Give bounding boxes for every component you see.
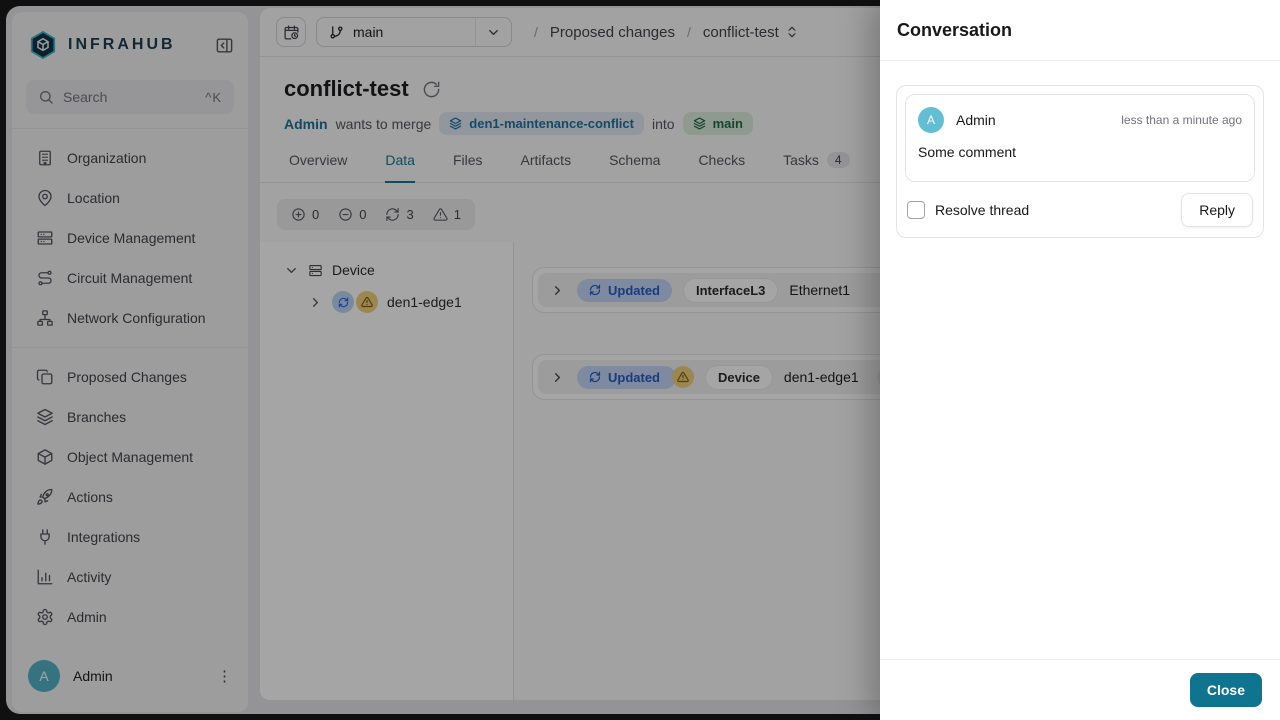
drawer-footer: Close (880, 659, 1280, 720)
close-button[interactable]: Close (1189, 673, 1262, 707)
drawer-header: Conversation (880, 0, 1280, 61)
drawer-title: Conversation (897, 19, 1013, 40)
comment-card: A Admin less than a minute ago Some comm… (905, 94, 1255, 182)
reply-button[interactable]: Reply (1181, 193, 1253, 227)
comment-timestamp: less than a minute ago (1121, 113, 1242, 127)
resolve-thread-label: Resolve thread (935, 202, 1030, 218)
resolve-thread-checkbox[interactable] (907, 201, 925, 219)
drawer-body: A Admin less than a minute ago Some comm… (880, 61, 1280, 262)
avatar: A (918, 107, 944, 133)
comment-author: Admin (956, 112, 996, 128)
comment-thread: A Admin less than a minute ago Some comm… (896, 85, 1264, 238)
comment-body: Some comment (918, 144, 1017, 160)
conversation-drawer: Conversation A Admin less than a minute … (880, 0, 1280, 720)
